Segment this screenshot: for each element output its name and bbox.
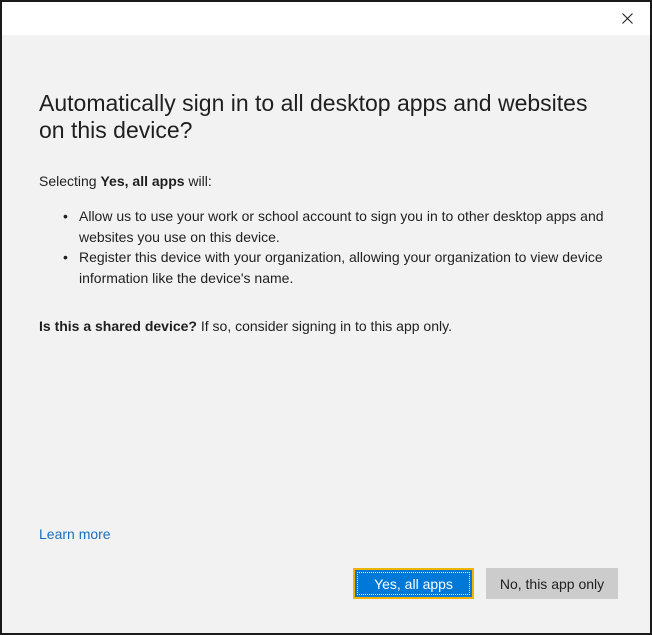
- bullet-icon: •: [63, 249, 68, 265]
- list-item: • Allow us to use your work or school ac…: [60, 206, 620, 247]
- title-bar: [2, 2, 650, 35]
- intro-text: Selecting Yes, all apps will:: [39, 173, 212, 189]
- bullet-icon: •: [63, 208, 68, 224]
- close-button[interactable]: [604, 2, 650, 35]
- bullet-text: Allow us to use your work or school acco…: [79, 208, 604, 245]
- list-item: • Register this device with your organiz…: [60, 247, 620, 288]
- intro-bold: Yes, all apps: [100, 173, 185, 189]
- dialog-heading: Automatically sign in to all desktop app…: [39, 90, 588, 143]
- intro-prefix: Selecting: [39, 173, 101, 189]
- yes-all-apps-button[interactable]: Yes, all apps: [353, 568, 474, 599]
- close-icon: [621, 13, 633, 24]
- learn-more-link[interactable]: Learn more: [39, 526, 111, 542]
- intro-suffix: will:: [184, 173, 212, 189]
- dialog-window: Automatically sign in to all desktop app…: [0, 0, 652, 635]
- bullet-list: • Allow us to use your work or school ac…: [60, 206, 620, 288]
- bullet-text: Register this device with your organizat…: [79, 249, 603, 286]
- no-this-app-only-button[interactable]: No, this app only: [486, 568, 618, 599]
- shared-device-note: Is this a shared device? If so, consider…: [39, 318, 452, 334]
- shared-advice: If so, consider signing in to this app o…: [196, 318, 452, 334]
- shared-question: Is this a shared device?: [39, 318, 197, 334]
